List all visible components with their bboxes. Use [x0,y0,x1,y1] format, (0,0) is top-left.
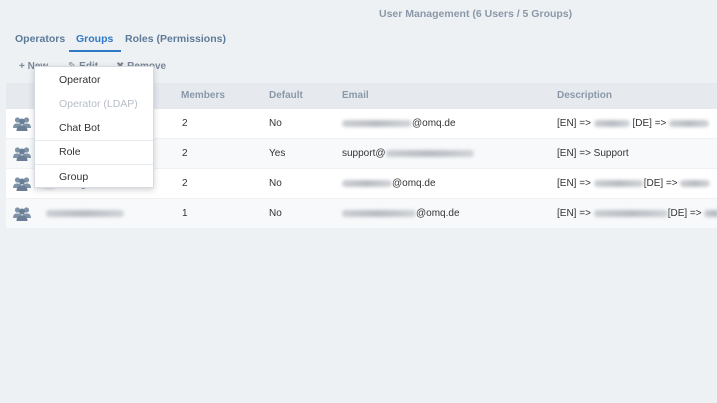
redacted-text [704,209,717,217]
redacted-text [342,179,392,187]
tab-operators[interactable]: Operators [15,33,65,52]
column-header-members[interactable]: Members [181,90,225,101]
description-cell: [EN] => [DE] => [557,208,717,219]
email-suffix: @omq.de [416,208,460,219]
page-title: User Management (6 Users / 5 Groups) [379,8,573,20]
group-icon [13,177,31,191]
menu-item-operator-ldap: Operator (LDAP) [59,98,138,110]
menu-item-group[interactable]: Group [35,165,153,189]
group-icon [13,207,31,221]
members-count: 2 [182,118,188,129]
group-icon [13,117,31,131]
email-suffix: @omq.de [412,118,456,129]
description-cell: [EN] => [DE] => [557,178,711,189]
email-cell: @omq.de [342,208,460,219]
redacted-text [593,179,644,187]
description-de: [DE] => [643,178,678,189]
column-header-default[interactable]: Default [269,90,303,101]
column-header-description[interactable]: Description [557,90,612,101]
description-cell: [EN] => [DE] => [557,118,710,129]
group-name [46,208,124,219]
redacted-text [342,119,412,127]
redacted-text [46,209,124,217]
description-de: [DE] => [632,118,667,129]
members-count: 2 [182,178,188,189]
email-cell: support@ [342,148,474,159]
new-dropdown-menu: Operator Operator (LDAP) Chat Bot Role G… [34,66,154,188]
description-cell: [EN] => Support [557,148,629,159]
description-en: [EN] => [557,178,591,189]
redacted-text [680,179,711,187]
group-icon [13,147,31,161]
description-de: [DE] => [667,208,702,219]
redacted-text [385,149,474,157]
default-value: No [269,208,282,219]
menu-item-chat-bot[interactable]: Chat Bot [35,116,153,140]
email-cell: @omq.de [342,178,436,189]
default-value: Yes [269,148,286,159]
menu-item-operator[interactable]: Operator [35,68,153,92]
email-cell: @omq.de [342,118,456,129]
default-value: No [269,118,282,129]
tab-groups[interactable]: Groups [69,33,122,52]
email-prefix: support@ [342,148,386,159]
redacted-text [593,209,668,217]
table-row[interactable]: 1 No @omq.de [EN] => [DE] => [6,199,717,229]
tab-roles[interactable]: Roles (Permissions) [125,33,226,52]
plus-icon: + [19,61,25,72]
column-header-email[interactable]: Email [342,90,369,101]
members-count: 1 [182,208,188,219]
menu-item-role[interactable]: Role [35,140,153,164]
description-en: [EN] => [557,118,591,129]
description-en: [EN] => [557,208,591,219]
redacted-text [593,119,630,127]
email-suffix: @omq.de [392,178,436,189]
user-management-page: User Management (6 Users / 5 Groups) Ope… [0,0,717,403]
redacted-text [342,209,416,217]
redacted-text [669,119,710,127]
members-count: 2 [182,148,188,159]
default-value: No [269,178,282,189]
